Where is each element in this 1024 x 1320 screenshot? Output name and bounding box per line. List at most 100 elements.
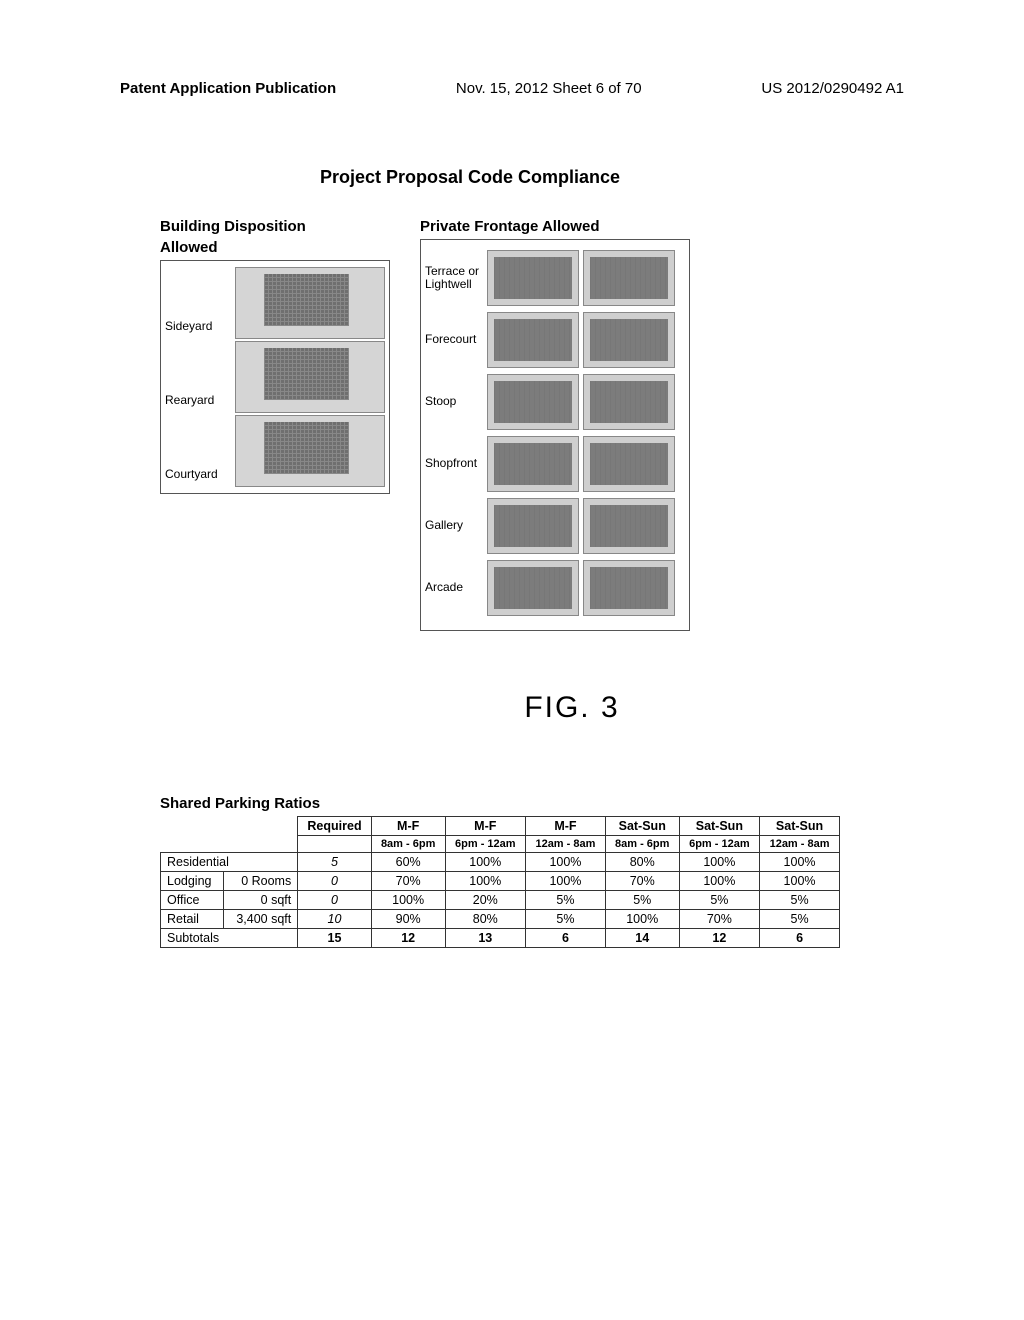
table-row: Residential 5 60% 100% 100% 80% 100% 100… <box>161 853 840 872</box>
disposition-row: Rearyard <box>165 341 385 413</box>
parking-header-row-2: 8am - 6pm 6pm - 12am 12am - 8am 8am - 6p… <box>161 836 840 853</box>
row-val: 100% <box>679 853 759 872</box>
gallery-section-diagram <box>583 498 675 554</box>
frontage-row: Arcade <box>425 560 685 616</box>
forecourt-section-diagram <box>583 312 675 368</box>
subtotal-val: 12 <box>371 929 445 948</box>
subtotal-required: 15 <box>298 929 372 948</box>
row-val: 70% <box>679 910 759 929</box>
frontage-box: Terrace or Lightwell Forecourt Stoop <box>420 239 690 631</box>
terrace-section-diagram <box>583 250 675 306</box>
courtyard-diagram <box>235 415 385 487</box>
parking-table: Required M-F M-F M-F Sat-Sun Sat-Sun Sat… <box>160 816 840 948</box>
row-val: 80% <box>445 910 525 929</box>
subtotal-val: 6 <box>760 929 840 948</box>
table-row: Lodging 0 Rooms 0 70% 100% 100% 70% 100%… <box>161 872 840 891</box>
forecourt-plan-diagram <box>487 312 579 368</box>
page-header: Patent Application Publication Nov. 15, … <box>120 80 904 97</box>
row-required: 0 <box>298 872 372 891</box>
row-qty: 0 sqft <box>223 891 297 910</box>
arcade-section-diagram <box>583 560 675 616</box>
col-ss-3-sub: 12am - 8am <box>760 836 840 853</box>
col-mf-1: M-F <box>371 817 445 836</box>
row-name: Residential <box>161 853 298 872</box>
col-ss-3: Sat-Sun <box>760 817 840 836</box>
parking-table-wrap: Required M-F M-F M-F Sat-Sun Sat-Sun Sat… <box>160 816 904 948</box>
row-name: Office <box>161 891 224 910</box>
parking-header-row-1: Required M-F M-F M-F Sat-Sun Sat-Sun Sat… <box>161 817 840 836</box>
row-val: 100% <box>526 853 606 872</box>
row-val: 5% <box>526 891 606 910</box>
frontage-label: Shopfront <box>425 457 487 470</box>
header-left: Patent Application Publication <box>120 80 336 97</box>
col-ss-1: Sat-Sun <box>605 817 679 836</box>
row-val: 70% <box>371 872 445 891</box>
row-val: 70% <box>605 872 679 891</box>
disposition-row: Courtyard <box>165 415 385 487</box>
row-val: 5% <box>760 891 840 910</box>
frontage-row: Gallery <box>425 498 685 554</box>
row-required: 10 <box>298 910 372 929</box>
row-qty: 0 Rooms <box>223 872 297 891</box>
col-mf-3-sub: 12am - 8am <box>526 836 606 853</box>
disposition-label: Courtyard <box>165 467 235 487</box>
frontage-label: Forecourt <box>425 333 487 346</box>
row-val: 100% <box>445 872 525 891</box>
row-val: 60% <box>371 853 445 872</box>
frontage-row: Forecourt <box>425 312 685 368</box>
subtotal-val: 13 <box>445 929 525 948</box>
col-ss-2: Sat-Sun <box>679 817 759 836</box>
frontage-row: Stoop <box>425 374 685 430</box>
subtotal-name: Subtotals <box>161 929 298 948</box>
row-val: 100% <box>371 891 445 910</box>
frontage-label: Stoop <box>425 395 487 408</box>
row-val: 100% <box>605 910 679 929</box>
frontage-title: Private Frontage Allowed <box>420 218 690 235</box>
header-center: Nov. 15, 2012 Sheet 6 of 70 <box>456 80 642 97</box>
disposition-row: Sideyard <box>165 267 385 339</box>
row-val: 5% <box>679 891 759 910</box>
row-val: 80% <box>605 853 679 872</box>
parking-tbody: Residential 5 60% 100% 100% 80% 100% 100… <box>161 853 840 948</box>
row-val: 100% <box>760 872 840 891</box>
row-val: 5% <box>526 910 606 929</box>
patent-page: Patent Application Publication Nov. 15, … <box>0 0 1024 1320</box>
row-required: 0 <box>298 891 372 910</box>
row-val: 5% <box>605 891 679 910</box>
row-qty: 3,400 sqft <box>223 910 297 929</box>
col-ss-2-sub: 6pm - 12am <box>679 836 759 853</box>
diagram-row: Building Disposition Allowed Sideyard Re… <box>160 218 904 631</box>
frontage-label: Arcade <box>425 581 487 594</box>
shopfront-plan-diagram <box>487 436 579 492</box>
rearyard-diagram <box>235 341 385 413</box>
header-right: US 2012/0290492 A1 <box>761 80 904 97</box>
figure-label: FIG. 3 <box>240 691 904 725</box>
disposition-column: Building Disposition Allowed Sideyard Re… <box>160 218 390 494</box>
disposition-title-2: Allowed <box>160 239 390 256</box>
col-mf-2-sub: 6pm - 12am <box>445 836 525 853</box>
subtotal-row: Subtotals 15 12 13 6 14 12 6 <box>161 929 840 948</box>
disposition-title-1: Building Disposition <box>160 218 390 235</box>
row-val: 20% <box>445 891 525 910</box>
row-required: 5 <box>298 853 372 872</box>
col-ss-1-sub: 8am - 6pm <box>605 836 679 853</box>
row-val: 100% <box>760 853 840 872</box>
subtotal-val: 12 <box>679 929 759 948</box>
col-mf-2: M-F <box>445 817 525 836</box>
parking-table-title: Shared Parking Ratios <box>160 795 904 812</box>
disposition-box: Sideyard Rearyard Courtyard <box>160 260 390 494</box>
frontage-label: Gallery <box>425 519 487 532</box>
row-val: 100% <box>679 872 759 891</box>
subtotal-val: 14 <box>605 929 679 948</box>
col-required: Required <box>298 817 372 836</box>
col-mf-1-sub: 8am - 6pm <box>371 836 445 853</box>
frontage-row: Shopfront <box>425 436 685 492</box>
stoop-section-diagram <box>583 374 675 430</box>
terrace-plan-diagram <box>487 250 579 306</box>
frontage-column: Private Frontage Allowed Terrace or Ligh… <box>420 218 690 631</box>
row-name: Lodging <box>161 872 224 891</box>
frontage-label: Terrace or Lightwell <box>425 265 487 291</box>
shopfront-section-diagram <box>583 436 675 492</box>
row-val: 100% <box>445 853 525 872</box>
row-val: 5% <box>760 910 840 929</box>
